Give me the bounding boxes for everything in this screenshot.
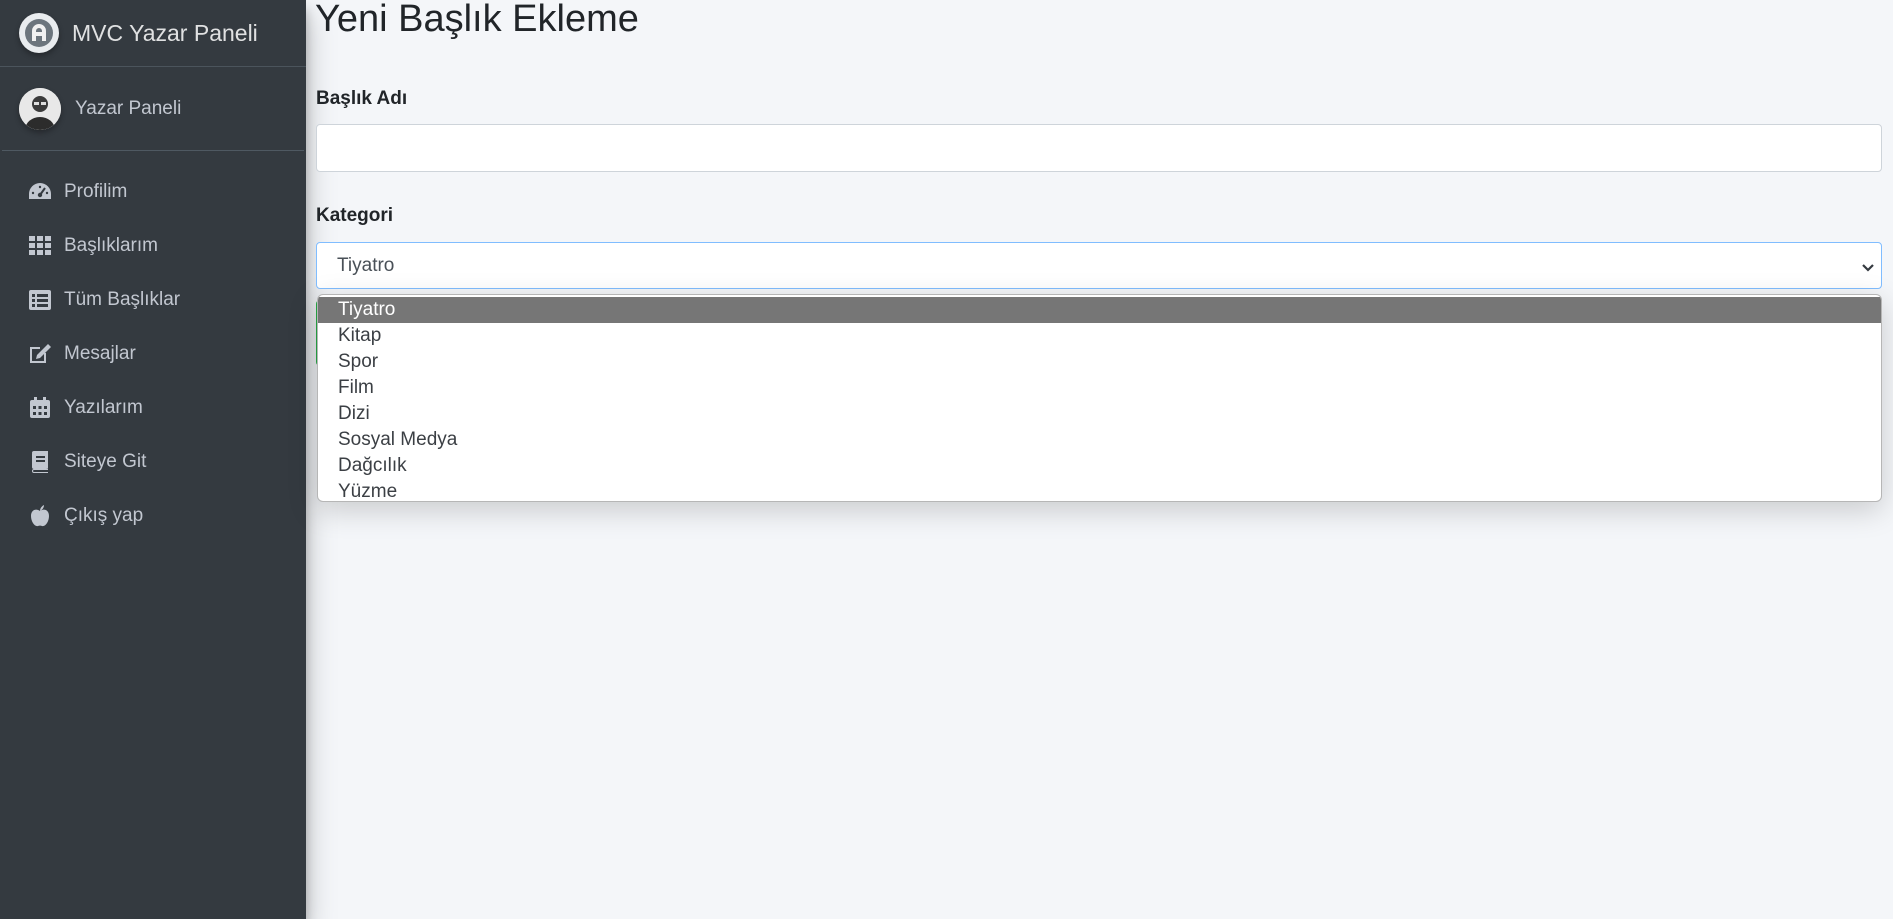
sidebar-item-basliklarim[interactable]: Başlıklarım: [0, 219, 306, 273]
category-option[interactable]: Tiyatro: [318, 297, 1881, 323]
category-option[interactable]: Sosyal Medya: [318, 427, 1881, 453]
title-input[interactable]: [316, 124, 1882, 172]
tachometer-icon: [28, 181, 52, 203]
apple-icon: [28, 505, 52, 527]
title-field-label: Başlık Adı: [316, 88, 408, 109]
category-option[interactable]: Yüzme: [318, 479, 1881, 501]
edit-icon: [28, 343, 52, 365]
category-option[interactable]: Film: [318, 375, 1881, 401]
sidebar-item-label: Siteye Git: [64, 451, 147, 472]
brand-text: MVC Yazar Paneli: [72, 19, 258, 46]
user-name: Yazar Paneli: [75, 97, 182, 119]
user-panel[interactable]: Yazar Paneli: [2, 67, 304, 151]
sidebar-item-label: Başlıklarım: [64, 235, 158, 256]
avatar: [19, 87, 61, 130]
category-option[interactable]: Kitap: [318, 323, 1881, 349]
sidebar-item-mesajlar[interactable]: Mesajlar: [0, 327, 306, 381]
category-selected-value: Tiyatro: [337, 254, 395, 276]
sidebar-item-label: Mesajlar: [64, 343, 136, 364]
sidebar-item-tum-basliklar[interactable]: Tüm Başlıklar: [0, 273, 306, 327]
list-icon: [28, 289, 52, 311]
sidebar-item-label: Tüm Başlıklar: [64, 289, 181, 310]
category-label: Kategori: [316, 205, 394, 226]
sidebar-item-profilim[interactable]: Profilim: [0, 165, 306, 219]
sidebar-item-label: Yazılarım: [64, 397, 143, 418]
category-option[interactable]: Dağcılık: [318, 453, 1881, 479]
category-select[interactable]: Tiyatro: [316, 242, 1882, 289]
category-option[interactable]: Dizi: [318, 401, 1881, 427]
grid-icon: [28, 235, 52, 257]
chevron-down-icon: [1861, 259, 1875, 281]
sidebar: MVC Yazar Paneli Yazar Paneli Profilim B: [0, 0, 306, 919]
sidebar-item-yazilarim[interactable]: Yazılarım: [0, 381, 306, 435]
brand-logo: [19, 13, 59, 53]
sidebar-item-label: Çıkış yap: [64, 505, 144, 526]
sidebar-item-siteye-git[interactable]: Siteye Git: [0, 435, 306, 489]
sidebar-nav: Profilim Başlıklarım Tüm Başlıklar Mesaj…: [0, 165, 306, 543]
category-dropdown-list: Tiyatro Kitap Spor Film Dizi Sosyal Medy…: [317, 294, 1882, 502]
brand-link[interactable]: MVC Yazar Paneli: [0, 0, 306, 67]
page-title: Yeni Başlık Ekleme: [315, 0, 639, 40]
sidebar-item-cikis-yap[interactable]: Çıkış yap: [0, 489, 306, 543]
category-option[interactable]: Spor: [318, 349, 1881, 375]
book-icon: [28, 451, 52, 473]
content-area: Yeni Başlık Ekleme Başlık Adı Kategori T…: [306, 0, 1893, 919]
sidebar-item-label: Profilim: [64, 181, 128, 202]
calendar-icon: [28, 397, 52, 419]
